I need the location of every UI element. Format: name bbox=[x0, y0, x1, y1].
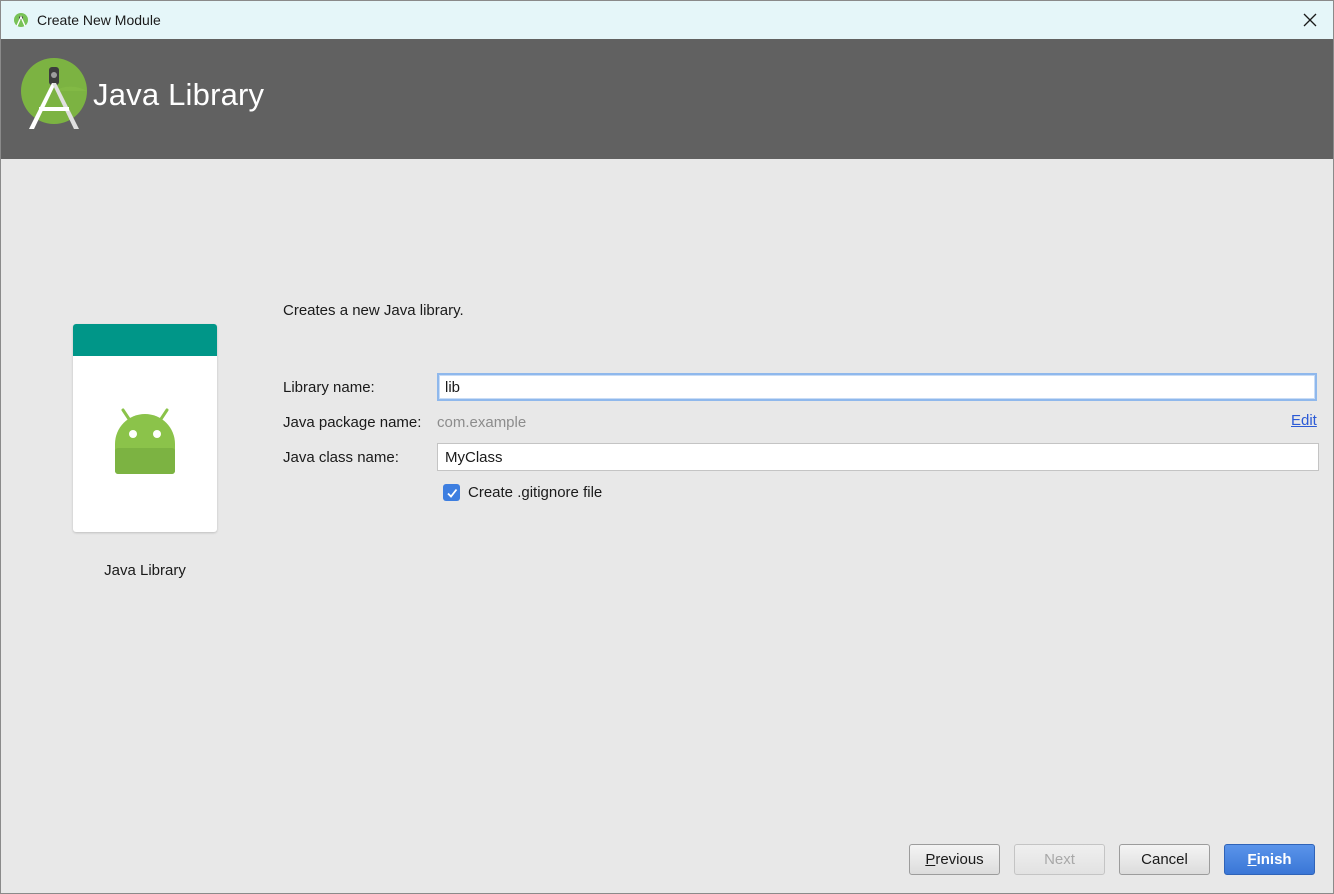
android-robot-icon bbox=[115, 408, 175, 474]
class-name-input[interactable] bbox=[437, 443, 1319, 471]
module-description: Creates a new Java library. bbox=[283, 302, 464, 319]
next-button[interactable]: Next bbox=[1014, 844, 1105, 875]
android-studio-app-icon bbox=[14, 13, 28, 27]
close-button[interactable] bbox=[1297, 7, 1323, 33]
header-banner: Java Library bbox=[1, 39, 1333, 159]
library-name-label: Library name: bbox=[283, 379, 375, 396]
card-header-bar bbox=[73, 324, 217, 356]
title-bar: Create New Module bbox=[1, 1, 1333, 39]
finish-mnemonic: F bbox=[1247, 851, 1257, 868]
previous-mnemonic: P bbox=[925, 851, 936, 868]
class-name-label: Java class name: bbox=[283, 449, 399, 466]
close-icon bbox=[1303, 13, 1317, 27]
template-preview-card bbox=[73, 324, 217, 532]
finish-label-rest: inish bbox=[1256, 851, 1292, 868]
library-name-input[interactable] bbox=[437, 373, 1317, 401]
cancel-label: Cancel bbox=[1141, 851, 1188, 868]
previous-label-rest: revious bbox=[935, 851, 984, 868]
template-caption: Java Library bbox=[104, 562, 186, 579]
window-title: Create New Module bbox=[37, 12, 161, 28]
previous-button[interactable]: Previous bbox=[909, 844, 1000, 875]
gitignore-label[interactable]: Create .gitignore file bbox=[468, 484, 602, 501]
next-label: Next bbox=[1044, 851, 1075, 868]
gitignore-checkbox[interactable] bbox=[443, 484, 460, 501]
cancel-button[interactable]: Cancel bbox=[1119, 844, 1210, 875]
edit-package-link[interactable]: Edit bbox=[1291, 412, 1317, 429]
page-heading: Java Library bbox=[93, 77, 265, 112]
package-name-value: com.example bbox=[437, 414, 527, 431]
create-new-module-dialog: Create New Module Java Library Java Libr… bbox=[0, 0, 1334, 894]
android-studio-logo-icon bbox=[21, 58, 87, 129]
checkmark-icon bbox=[446, 488, 457, 498]
package-name-label: Java package name: bbox=[283, 414, 422, 431]
finish-button[interactable]: Finish bbox=[1224, 844, 1315, 875]
